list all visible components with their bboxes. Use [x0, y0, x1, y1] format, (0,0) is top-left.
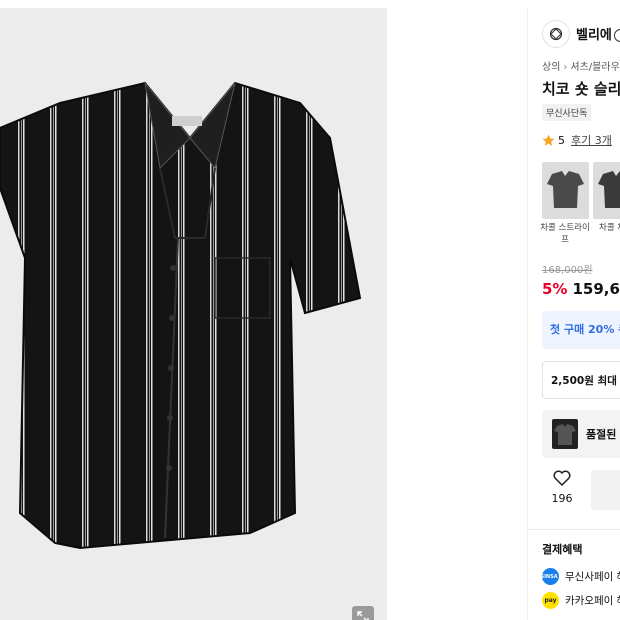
color-option-1-label: 차콜 스트라이프	[540, 223, 590, 245]
star-icon	[542, 134, 555, 146]
soldout-text: 품절된 상품	[586, 428, 620, 441]
brand-name[interactable]: 벨리에i	[576, 24, 620, 43]
shirt-thumb-icon	[598, 171, 620, 208]
sale-price: 159,600원	[572, 280, 620, 298]
info-icon[interactable]: i	[613, 29, 620, 42]
like-count: 196	[551, 492, 573, 505]
purchase-button[interactable]	[591, 470, 620, 510]
section-divider	[528, 529, 620, 530]
breadcrumb-item[interactable]: 셔츠/블라우스	[570, 62, 620, 73]
original-price: 168,000원	[542, 265, 593, 276]
coupon-banner[interactable]: 첫 구매 20% 쿠폰	[542, 311, 620, 349]
benefits-title: 결제혜택	[542, 543, 583, 556]
product-image[interactable]	[0, 8, 387, 620]
rating-value: 5	[558, 133, 565, 147]
shirt-illustration	[0, 81, 362, 550]
brand-logo-icon[interactable]	[542, 20, 570, 48]
rating-row: 5 후기 3개	[542, 132, 612, 148]
musinsa-pay-icon: MUSINSA PAY	[531, 568, 570, 585]
benefit-item-kakaopay[interactable]: pay 카카오페이 혜택	[542, 592, 620, 609]
expand-icon[interactable]	[352, 606, 374, 620]
product-info-panel: 벨리에i 상의›셔츠/블라우스 치코 숏 슬리브 셔츠 무신사단독 5 후기 3…	[528, 8, 620, 620]
heart-icon	[553, 470, 571, 487]
benefit-item-musinsapay[interactable]: MUSINSA PAY 무신사페이 혜택	[531, 568, 620, 585]
breadcrumb-item[interactable]: 상의	[542, 62, 560, 73]
brand-name-text: 벨리에	[576, 28, 612, 43]
like-button[interactable]: 196	[542, 470, 582, 505]
kakao-pay-icon: pay	[542, 592, 559, 609]
soldout-thumb	[552, 419, 578, 449]
benefit-name: 카카오페이 혜택	[565, 595, 620, 607]
points-box[interactable]: 2,500원 최대 적립	[542, 361, 620, 399]
chevron-right-icon: ›	[563, 62, 568, 73]
soldout-box[interactable]: 품절된 상품	[542, 410, 620, 458]
sale-price-row: 5%159,600원	[542, 278, 620, 299]
discount-rate: 5%	[542, 280, 568, 298]
product-title: 치코 숏 슬리브 셔츠	[542, 80, 620, 98]
color-option-2-label: 차콜 체크	[599, 223, 620, 233]
exclusive-badge: 무신사단독	[542, 104, 592, 121]
benefit-name: 무신사페이 혜택	[565, 571, 620, 583]
color-option-1[interactable]	[542, 162, 589, 219]
shirt-thumb-icon	[547, 171, 584, 208]
breadcrumb: 상의›셔츠/블라우스	[542, 58, 620, 73]
color-option-2[interactable]	[593, 162, 620, 219]
reviews-link[interactable]: 후기 3개	[571, 132, 612, 148]
